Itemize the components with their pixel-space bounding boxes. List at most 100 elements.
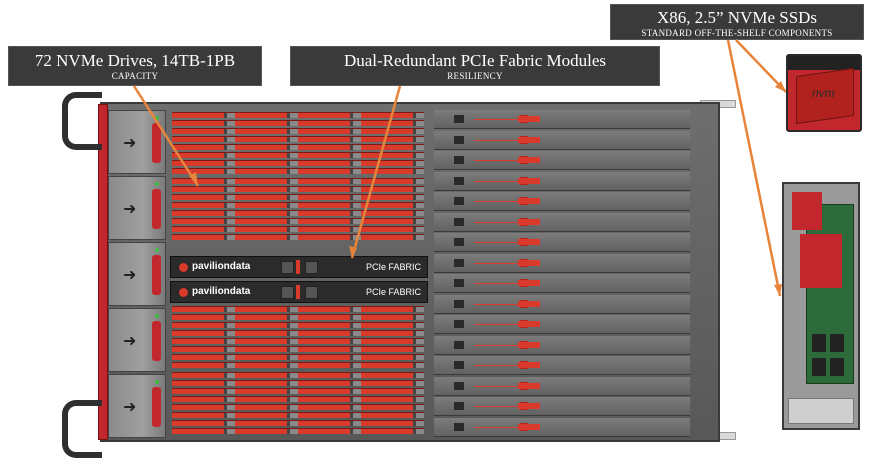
- nvme-drive[interactable]: [172, 338, 424, 344]
- nvme-drive[interactable]: [172, 186, 424, 192]
- resiliency-callout: Dual-Redundant PCIe Fabric Modules RESIL…: [290, 46, 660, 86]
- nvme-drive[interactable]: [172, 372, 424, 378]
- sled-latch[interactable]: [152, 189, 161, 229]
- slot-latch[interactable]: [518, 280, 540, 286]
- arrow-right-icon: ➜: [123, 133, 137, 152]
- fabric-knob[interactable]: [305, 286, 318, 299]
- slot-latch[interactable]: [518, 218, 540, 225]
- nvme-drive[interactable]: [172, 388, 424, 394]
- nvme-drive[interactable]: [172, 380, 424, 386]
- controller-slot[interactable]: [434, 335, 690, 355]
- nvme-drive[interactable]: [172, 412, 424, 418]
- controller-slot[interactable]: [434, 356, 690, 375]
- nvme-drive[interactable]: [172, 202, 424, 208]
- slot-latch[interactable]: [518, 116, 540, 122]
- status-led: [155, 380, 159, 384]
- resiliency-callout-subtitle: RESILIENCY: [447, 71, 503, 81]
- nvme-drive[interactable]: [172, 120, 424, 126]
- pcie-fabric-module[interactable]: paviliondata PCIe FABRIC: [170, 281, 428, 303]
- nvme-drive[interactable]: [172, 168, 424, 174]
- fabric-knob[interactable]: [305, 261, 318, 274]
- pcie-fabric-module[interactable]: paviliondata PCIe FABRIC: [170, 256, 428, 278]
- controller-slot[interactable]: [434, 110, 690, 129]
- nvme-drive[interactable]: [172, 226, 424, 232]
- drive-sled[interactable]: ➜: [108, 110, 166, 174]
- fabric-label: PCIe FABRIC: [365, 262, 421, 272]
- fabric-latch[interactable]: [296, 260, 300, 274]
- drive-sled[interactable]: ➜: [108, 242, 166, 306]
- nvme-drive[interactable]: [172, 234, 424, 240]
- slot-latch[interactable]: [518, 157, 540, 163]
- nvme-drive[interactable]: [172, 322, 424, 328]
- controller-slot[interactable]: [434, 130, 690, 150]
- nvme-drive[interactable]: [172, 420, 424, 426]
- nvme-drive[interactable]: [172, 404, 424, 410]
- slot-latch[interactable]: [518, 403, 540, 409]
- slot-latch[interactable]: [518, 177, 540, 184]
- controller-slot[interactable]: [434, 233, 690, 252]
- controller-slot[interactable]: [434, 253, 690, 273]
- nvme-drive[interactable]: [172, 144, 424, 150]
- drive-sled[interactable]: ➜: [108, 374, 166, 438]
- nvme-drive[interactable]: [172, 194, 424, 200]
- fabric-brand: paviliondata: [192, 286, 251, 297]
- chassis-handle-bottom[interactable]: [62, 400, 102, 458]
- controller-slot[interactable]: [434, 151, 690, 170]
- nvme-drive[interactable]: [172, 128, 424, 134]
- slot-port: [454, 197, 464, 205]
- nvme-drive[interactable]: [172, 346, 424, 352]
- controller-slot[interactable]: [434, 294, 690, 314]
- slot-latch[interactable]: [518, 259, 540, 266]
- fabric-knob[interactable]: [281, 286, 294, 299]
- sled-latch[interactable]: [152, 123, 161, 163]
- slot-port: [454, 115, 464, 123]
- controller-slot[interactable]: [434, 315, 690, 334]
- chassis-handle-top[interactable]: [62, 92, 102, 150]
- nvme-drive[interactable]: [172, 314, 424, 320]
- nvme-drive[interactable]: [172, 160, 424, 166]
- fabric-latch[interactable]: [296, 285, 300, 299]
- drive-sled[interactable]: ➜: [108, 176, 166, 240]
- sled-latch[interactable]: [152, 255, 161, 295]
- slot-latch[interactable]: [518, 300, 540, 307]
- nvme-drive[interactable]: [172, 112, 424, 118]
- drive-sled[interactable]: ➜: [108, 308, 166, 372]
- nvme-drive[interactable]: [172, 210, 424, 216]
- controller-slot[interactable]: [434, 192, 690, 211]
- controller-slot[interactable]: [434, 171, 690, 191]
- nvme-drive[interactable]: [172, 362, 424, 368]
- slot-latch[interactable]: [518, 239, 540, 245]
- slot-port: [454, 361, 464, 369]
- slot-latch[interactable]: [518, 321, 540, 327]
- nvme-drive[interactable]: [172, 136, 424, 142]
- controller-slot[interactable]: [434, 376, 690, 396]
- nvme-drive[interactable]: [172, 354, 424, 360]
- slot-latch[interactable]: [518, 341, 540, 348]
- nvme-drive[interactable]: [172, 178, 424, 184]
- ssd-red-bracket: [792, 192, 822, 230]
- nvme-drive[interactable]: [172, 306, 424, 312]
- slot-latch[interactable]: [518, 423, 540, 430]
- slot-latch[interactable]: [518, 382, 540, 389]
- ssd-chip: [830, 334, 844, 352]
- controller-slot[interactable]: [434, 417, 690, 437]
- nvme-drive[interactable]: [172, 396, 424, 402]
- ssd-base-plate: [788, 398, 854, 424]
- nvme-drive[interactable]: [172, 218, 424, 224]
- slot-latch[interactable]: [518, 362, 540, 368]
- slot-latch[interactable]: [518, 198, 540, 204]
- slot-latch[interactable]: [518, 136, 540, 143]
- fabric-knob[interactable]: [281, 261, 294, 274]
- controller-slot[interactable]: [434, 397, 690, 416]
- nvme-drive[interactable]: [172, 428, 424, 434]
- nvme-drive[interactable]: [172, 152, 424, 158]
- controller-slot[interactable]: [434, 274, 690, 293]
- slot-port: [454, 258, 464, 267]
- sled-latch[interactable]: [152, 321, 161, 361]
- nvme-drive[interactable]: [172, 330, 424, 336]
- sled-latch[interactable]: [152, 387, 161, 427]
- slot-cable: [474, 180, 518, 182]
- controller-slot[interactable]: [434, 212, 690, 232]
- components-callout-subtitle: STANDARD OFF-THE-SHELF COMPONENTS: [641, 28, 833, 38]
- components-leader-tall: [726, 39, 782, 297]
